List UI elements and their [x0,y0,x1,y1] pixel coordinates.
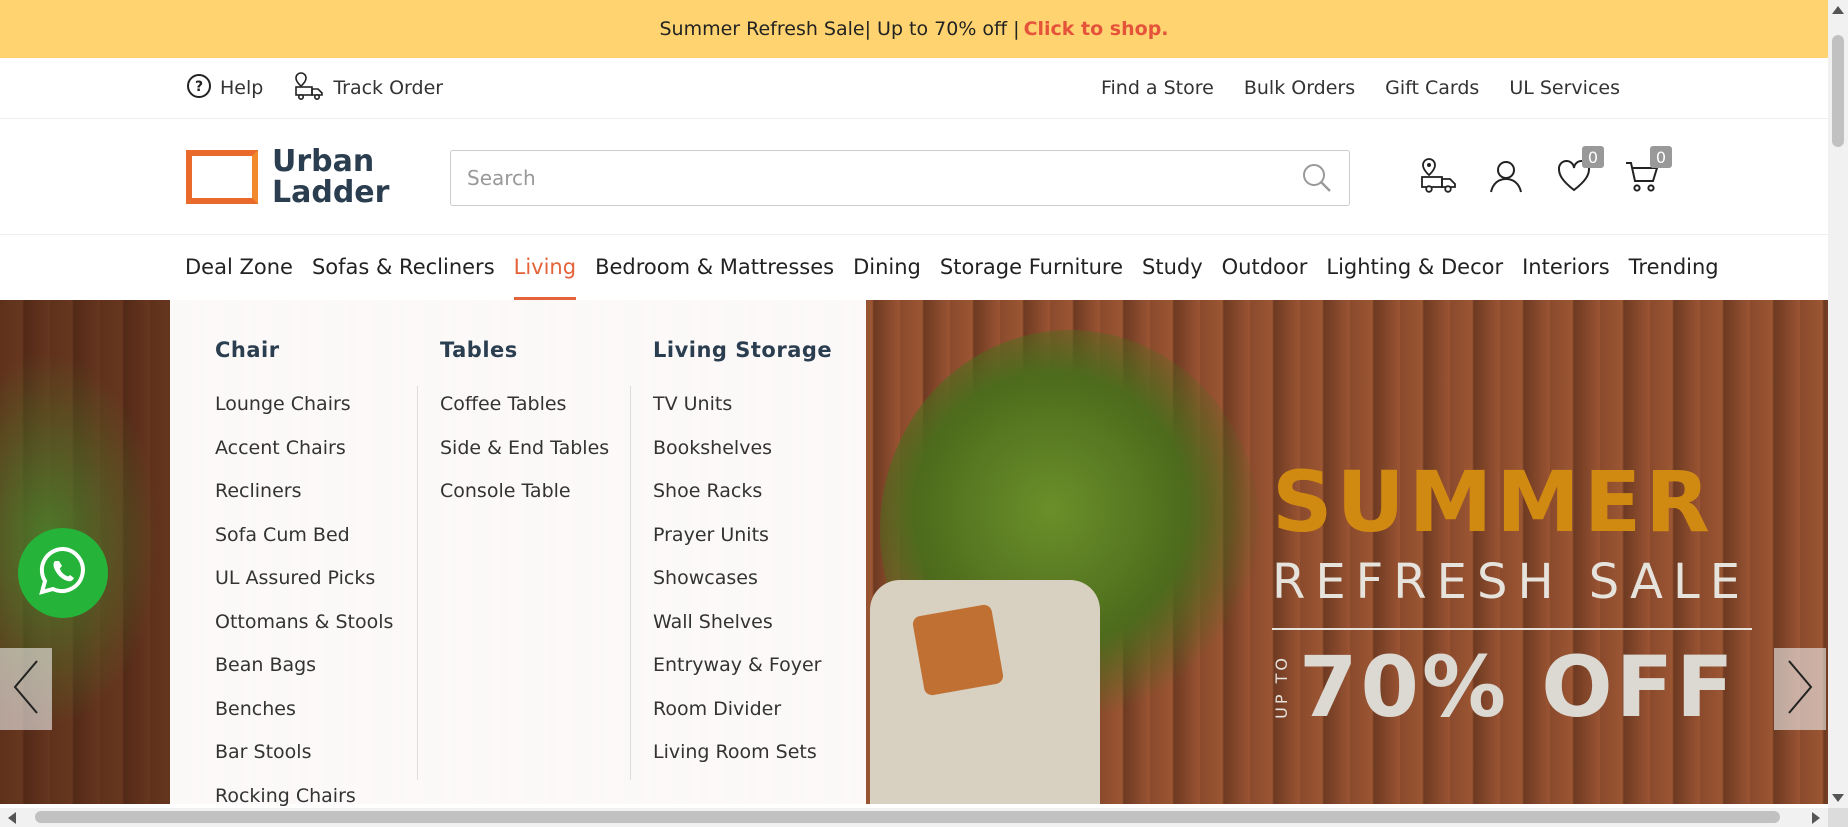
carousel-next-button[interactable] [1774,648,1826,730]
horizontal-scroll-thumb[interactable] [35,811,1780,823]
logo-mark [186,150,258,204]
logo-line2: Ladder [272,175,390,210]
scrollbar-corner [1828,808,1848,827]
armchair-image [870,580,1100,804]
horizontal-scrollbar[interactable] [0,808,1828,827]
logo-line1: Urban [272,144,375,179]
nav-item-sofas-recliners[interactable]: Sofas & Recliners [312,234,495,300]
search-icon[interactable] [1297,158,1337,198]
truck-location-icon [293,71,325,106]
truck-location-icon [1419,157,1457,199]
utility-bar: ? Help Track Order Find a Store Bulk Ord… [0,58,1828,119]
vertical-scrollbar[interactable] [1828,0,1848,808]
mega-item[interactable]: Shoe Racks [653,479,832,523]
track-order-button[interactable] [1418,158,1458,198]
cart-button[interactable]: 0 [1622,146,1672,198]
help-label: Help [220,77,264,99]
mega-item[interactable]: Sofa Cum Bed [215,523,393,567]
bulk-orders-link[interactable]: Bulk Orders [1244,77,1355,99]
cart-count-badge: 0 [1650,146,1672,168]
mega-item[interactable]: Showcases [653,566,832,610]
mega-item[interactable]: Entryway & Foyer [653,653,832,697]
whatsapp-icon [35,543,91,603]
vertical-scroll-thumb[interactable] [1832,35,1844,147]
track-order-link[interactable]: Track Order [293,71,443,106]
mega-column-chair: Chair Lounge Chairs Accent Chairs Reclin… [215,300,393,827]
track-order-label: Track Order [333,77,444,99]
announcement-text: Summer Refresh Sale| Up to 70% off | [659,18,1020,40]
mega-item[interactable]: Living Room Sets [653,740,832,784]
mega-column-tables: Tables Coffee Tables Side & End Tables C… [440,300,609,523]
search-input[interactable] [451,153,1297,203]
sale-upto: UP TO [1272,655,1291,719]
mega-item[interactable]: Wall Shelves [653,610,832,654]
whatsapp-button[interactable] [18,528,108,618]
mega-item[interactable]: Bar Stools [215,740,393,784]
mega-item[interactable]: Room Divider [653,697,832,741]
mega-item[interactable]: Prayer Units [653,523,832,567]
mega-heading-chair[interactable]: Chair [215,338,393,362]
mega-item[interactable]: Recliners [215,479,393,523]
mega-item[interactable]: Benches [215,697,393,741]
account-button[interactable] [1486,158,1526,198]
svg-text:?: ? [195,79,203,95]
scroll-left-arrow-icon[interactable] [8,812,16,824]
nav-item-lighting-decor[interactable]: Lighting & Decor [1326,234,1503,300]
chevron-right-icon [1785,659,1815,719]
nav-item-study[interactable]: Study [1142,234,1203,300]
sale-text-block: SUMMER REFRESH SALE UP TO 70% OFF [1272,460,1752,736]
nav-item-deal-zone[interactable]: Deal Zone [185,234,293,300]
sale-discount: 70% OFF [1299,638,1737,736]
help-icon: ? [186,73,212,104]
scroll-right-arrow-icon[interactable] [1812,812,1820,824]
mega-item[interactable]: Accent Chairs [215,436,393,480]
mega-heading-living-storage[interactable]: Living Storage [653,338,832,362]
scroll-up-arrow-icon[interactable] [1832,6,1844,14]
nav-item-bedroom-mattresses[interactable]: Bedroom & Mattresses [595,234,834,300]
mega-item[interactable]: TV Units [653,392,832,436]
logo[interactable]: Urban Ladder [186,146,389,208]
nav-item-trending[interactable]: Trending [1629,234,1719,300]
nav-item-outdoor[interactable]: Outdoor [1222,234,1308,300]
user-icon [1489,159,1523,197]
announcement-bar[interactable]: Summer Refresh Sale| Up to 70% off | Cli… [0,0,1828,58]
main-nav: Deal Zone Sofas & Recliners Living Bedro… [0,234,1828,300]
mega-item[interactable]: Bookshelves [653,436,832,480]
wishlist-button[interactable]: 0 [1554,146,1604,198]
announcement-cta-link[interactable]: Click to shop. [1024,18,1169,40]
nav-item-living[interactable]: Living [513,234,577,300]
mega-item[interactable]: UL Assured Picks [215,566,393,610]
mega-heading-tables[interactable]: Tables [440,338,609,362]
sale-title: SUMMER [1272,453,1714,551]
mega-item[interactable]: Console Table [440,479,609,523]
mega-item[interactable]: Lounge Chairs [215,392,393,436]
nav-item-storage-furniture[interactable]: Storage Furniture [940,234,1123,300]
mega-menu-living: Chair Lounge Chairs Accent Chairs Reclin… [170,300,866,807]
mega-item[interactable]: Coffee Tables [440,392,609,436]
mega-item[interactable]: Bean Bags [215,653,393,697]
search-box [450,150,1350,206]
find-store-link[interactable]: Find a Store [1101,77,1214,99]
mega-item[interactable]: Ottomans & Stools [215,610,393,654]
gift-cards-link[interactable]: Gift Cards [1385,77,1479,99]
chevron-left-icon [11,659,41,719]
ul-services-link[interactable]: UL Services [1509,77,1620,99]
wishlist-count-badge: 0 [1582,146,1604,168]
scroll-down-arrow-icon[interactable] [1832,794,1844,802]
mega-item[interactable]: Side & End Tables [440,436,609,480]
help-link[interactable]: ? Help [186,71,263,106]
nav-item-interiors[interactable]: Interiors [1522,234,1610,300]
mega-column-living-storage: Living Storage TV Units Bookshelves Shoe… [653,300,832,784]
nav-item-dining[interactable]: Dining [853,234,921,300]
site-header: Urban Ladder 0 0 [0,118,1828,235]
carousel-prev-button[interactable] [0,648,52,730]
sale-subtitle: REFRESH SALE [1272,554,1751,610]
